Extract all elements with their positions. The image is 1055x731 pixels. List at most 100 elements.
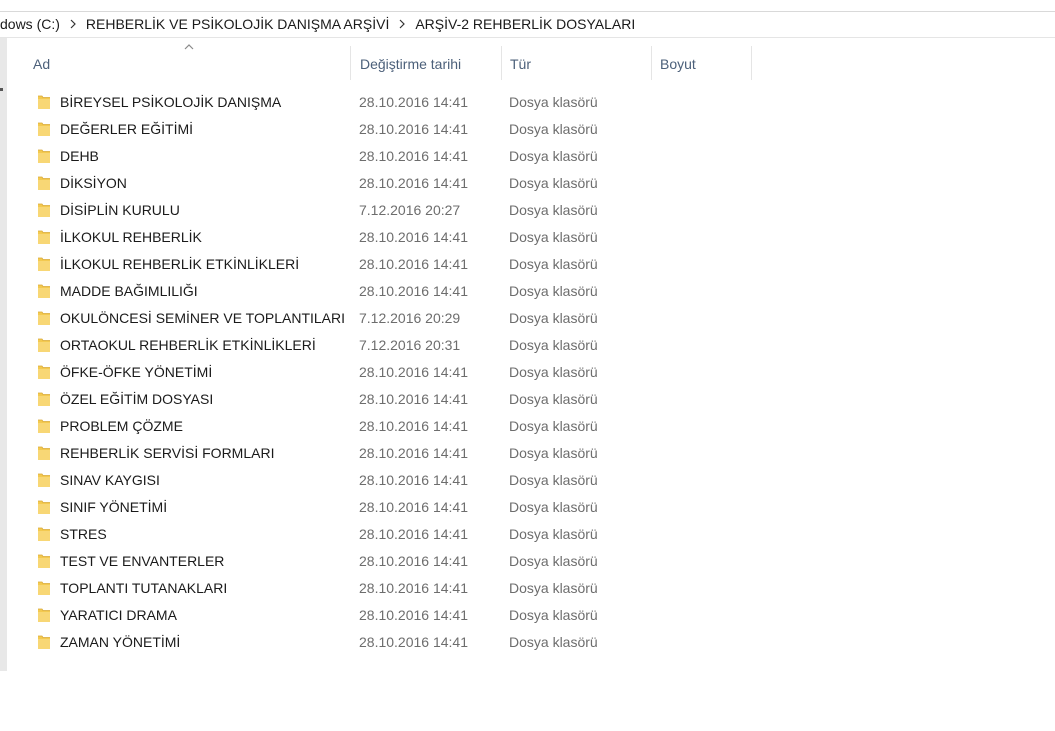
column-header-date-label: Değiştirme tarihi (360, 56, 462, 72)
file-row[interactable]: OKULÖNCESİ SEMİNER VE TOPLANTILARI 7.12.2… (24, 305, 784, 332)
file-row[interactable]: TOPLANTI TUTANAKLARI 28.10.2016 14:41 Dosy… (24, 575, 784, 602)
file-date-modified: 28.10.2016 14:41 (359, 94, 468, 110)
file-date-modified: 28.10.2016 14:41 (359, 499, 468, 515)
column-header-type[interactable]: Tür (502, 46, 652, 80)
file-type: Dosya klasörü (509, 283, 598, 299)
file-type: Dosya klasörü (509, 364, 598, 380)
file-date-modified: 28.10.2016 14:41 (359, 472, 468, 488)
column-header-size[interactable]: Boyut (652, 46, 752, 80)
file-type: Dosya klasörü (509, 310, 598, 326)
file-row[interactable]: ÖFKE-ÖFKE YÖNETİMİ 28.10.2016 14:41 Dosya … (24, 359, 784, 386)
file-date-modified: 28.10.2016 14:41 (359, 418, 468, 434)
file-name: DEĞERLER EĞİTİMİ (60, 121, 194, 137)
column-header-type-label: Tür (510, 56, 531, 72)
file-name: İLKOKUL REHBERLİK (60, 229, 202, 245)
folder-icon (38, 635, 50, 649)
file-row[interactable]: TEST VE ENVANTERLER 28.10.2016 14:41 Dosya… (24, 548, 784, 575)
file-type: Dosya klasörü (509, 148, 598, 164)
file-date-modified: 28.10.2016 14:41 (359, 445, 468, 461)
folder-icon (38, 365, 50, 379)
file-name: İLKOKUL REHBERLİK ETKİNLİKLERİ (60, 256, 300, 272)
chevron-right-icon[interactable] (66, 19, 80, 29)
file-name: PROBLEM ÇÖZME (60, 418, 183, 434)
file-list: BİREYSEL PSİKOLOJİK DANIŞMA 28.10.2016 14… (24, 89, 784, 656)
file-type: Dosya klasörü (509, 94, 598, 110)
file-row[interactable]: DİSİPLİN KURULU 7.12.2016 20:27 Dosya klas… (24, 197, 784, 224)
file-type: Dosya klasörü (509, 499, 598, 515)
folder-icon (38, 446, 50, 460)
file-row[interactable]: İLKOKUL REHBERLİK ETKİNLİKLERİ 28.10.2016… (24, 251, 784, 278)
folder-icon (38, 230, 50, 244)
file-row[interactable]: ZAMAN YÖNETİMİ 28.10.2016 14:41 Dosya klas… (24, 629, 784, 656)
file-row[interactable]: ÖZEL EĞİTİM DOSYASI 28.10.2016 14:41 Dosya… (24, 386, 784, 413)
file-row[interactable]: REHBERLİK SERVİSİ FORMLARI 28.10.2016 14:… (24, 440, 784, 467)
file-date-modified: 7.12.2016 20:29 (359, 310, 461, 326)
folder-icon (38, 500, 50, 514)
file-type: Dosya klasörü (509, 175, 598, 191)
file-date-modified: 28.10.2016 14:41 (359, 634, 468, 650)
file-type: Dosya klasörü (509, 121, 598, 137)
folder-icon (38, 473, 50, 487)
file-row[interactable]: SINIF YÖNETİMİ 28.10.2016 14:41 Dosya klas… (24, 494, 784, 521)
column-header-size-label: Boyut (660, 56, 696, 72)
file-date-modified: 28.10.2016 14:41 (359, 283, 468, 299)
file-type: Dosya klasörü (509, 607, 598, 623)
folder-icon (38, 203, 50, 217)
file-name: SINAV KAYGISI (60, 472, 160, 488)
breadcrumb-item-drive[interactable]: dows (C:) (0, 16, 66, 32)
file-row[interactable]: BİREYSEL PSİKOLOJİK DANIŞMA 28.10.2016 14… (24, 89, 784, 116)
folder-icon (38, 176, 50, 190)
folder-icon (38, 554, 50, 568)
file-type: Dosya klasörü (509, 553, 598, 569)
folder-icon (38, 311, 50, 325)
file-date-modified: 28.10.2016 14:41 (359, 391, 468, 407)
column-header-date[interactable]: Değiştirme tarihi (351, 46, 502, 80)
breadcrumb-item-current-folder[interactable]: ARŞİV-2 REHBERLİK DOSYALARI (409, 16, 641, 32)
folder-icon (38, 527, 50, 541)
folder-icon (38, 149, 50, 163)
file-date-modified: 28.10.2016 14:41 (359, 175, 468, 191)
folder-icon (38, 257, 50, 271)
file-name: ÖFKE-ÖFKE YÖNETİMİ (60, 364, 213, 380)
file-row[interactable]: STRES 28.10.2016 14:41 Dosya klasörü (24, 521, 784, 548)
file-row[interactable]: DEHB 28.10.2016 14:41 Dosya klasörü (24, 143, 784, 170)
chevron-right-icon[interactable] (395, 19, 409, 29)
column-headers: Ad Değiştirme tarihi Tür Boyut (24, 44, 784, 80)
address-bar[interactable]: dows (C:) REHBERLİK VE PSİKOLOJİK DANIŞM… (0, 0, 1055, 38)
navigation-pane-edge[interactable] (0, 38, 7, 671)
file-type: Dosya klasörü (509, 472, 598, 488)
file-date-modified: 28.10.2016 14:41 (359, 553, 468, 569)
nav-marker (0, 88, 3, 91)
file-row[interactable]: ORTAOKUL REHBERLİK ETKİNLİKLERİ 7.12.2016… (24, 332, 784, 359)
column-header-name-label: Ad (33, 56, 51, 72)
folder-icon (38, 419, 50, 433)
file-row[interactable]: DİKSİYON 28.10.2016 14:41 Dosya klasörü (24, 170, 784, 197)
file-name: ORTAOKUL REHBERLİK ETKİNLİKLERİ (60, 337, 316, 353)
file-row[interactable]: İLKOKUL REHBERLİK 28.10.2016 14:41 Dosya k… (24, 224, 784, 251)
file-row[interactable]: PROBLEM ÇÖZME 28.10.2016 14:41 Dosya klasö… (24, 413, 784, 440)
file-type: Dosya klasörü (509, 256, 598, 272)
folder-icon (38, 392, 50, 406)
file-name: STRES (60, 526, 107, 542)
file-row[interactable]: SINAV KAYGISI 28.10.2016 14:41 Dosya klasö… (24, 467, 784, 494)
file-type: Dosya klasörü (509, 391, 598, 407)
file-name: DİSİPLİN KURULU (60, 202, 180, 218)
file-row[interactable]: DEĞERLER EĞİTİMİ 28.10.2016 14:41 Dosya kl… (24, 116, 784, 143)
breadcrumb-item-archive[interactable]: REHBERLİK VE PSİKOLOJİK DANIŞMA ARŞİVİ (80, 16, 395, 32)
column-header-name[interactable]: Ad (24, 44, 351, 80)
file-date-modified: 28.10.2016 14:41 (359, 580, 468, 596)
file-name: YARATICI DRAMA (60, 607, 177, 623)
file-date-modified: 28.10.2016 14:41 (359, 229, 468, 245)
file-name: BİREYSEL PSİKOLOJİK DANIŞMA (60, 94, 282, 110)
file-type: Dosya klasörü (509, 580, 598, 596)
file-type: Dosya klasörü (509, 418, 598, 434)
file-row[interactable]: YARATICI DRAMA 28.10.2016 14:41 Dosya klas… (24, 602, 784, 629)
folder-icon (38, 581, 50, 595)
sort-up-icon (184, 44, 194, 50)
file-type: Dosya klasörü (509, 526, 598, 542)
file-date-modified: 28.10.2016 14:41 (359, 148, 468, 164)
file-date-modified: 7.12.2016 20:27 (359, 202, 461, 218)
breadcrumb: dows (C:) REHBERLİK VE PSİKOLOJİK DANIŞM… (0, 12, 641, 36)
file-row[interactable]: MADDE BAĞIMLILIĞI 28.10.2016 14:41 Dosya k… (24, 278, 784, 305)
file-type: Dosya klasörü (509, 445, 598, 461)
